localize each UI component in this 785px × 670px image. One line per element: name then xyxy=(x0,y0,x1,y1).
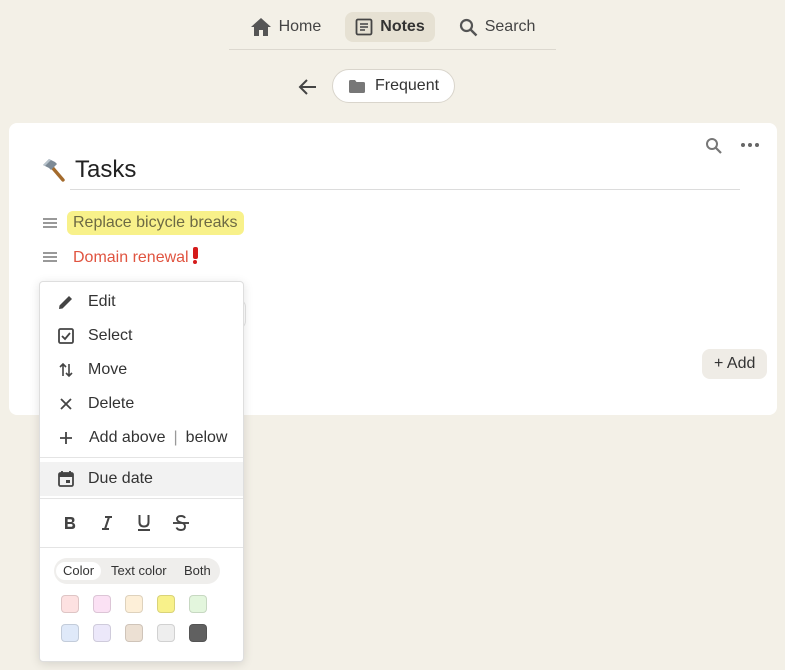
search-icon[interactable] xyxy=(705,137,723,155)
folder-icon xyxy=(349,79,365,93)
nav-notes-label: Notes xyxy=(380,18,425,35)
color-swatch[interactable] xyxy=(125,624,143,642)
add-below-option[interactable]: below xyxy=(186,429,228,446)
calendar-icon xyxy=(58,471,74,487)
tab-both[interactable]: Both xyxy=(184,562,211,580)
nav-notes[interactable]: Notes xyxy=(345,12,435,42)
menu-select[interactable]: Select xyxy=(40,319,243,353)
color-swatch[interactable] xyxy=(157,624,175,642)
close-icon xyxy=(60,398,72,410)
menu-due-date-label: Due date xyxy=(88,470,153,487)
nav-home-label: Home xyxy=(278,18,322,35)
italic-icon[interactable] xyxy=(96,512,118,534)
menu-move[interactable]: Move xyxy=(40,353,243,387)
card-title[interactable]: Tasks xyxy=(75,156,136,184)
hammer-icon xyxy=(43,159,65,182)
breadcrumb: Frequent xyxy=(0,69,785,103)
home-icon xyxy=(250,18,271,36)
nav-home[interactable]: Home xyxy=(240,12,332,42)
card-title-row: Tasks xyxy=(41,156,136,184)
add-item-button[interactable]: + Add xyxy=(702,349,768,379)
item-content: Domain renewal xyxy=(67,247,198,267)
item-text[interactable]: Domain renewal xyxy=(73,249,189,266)
notes-icon xyxy=(355,18,373,36)
menu-delete[interactable]: Delete xyxy=(40,387,243,421)
nav-search-label: Search xyxy=(484,18,536,35)
menu-delete-label: Delete xyxy=(88,395,135,412)
nav-search[interactable]: Search xyxy=(449,12,546,42)
menu-edit[interactable]: Edit xyxy=(40,285,243,319)
drag-handle-icon[interactable] xyxy=(43,252,57,262)
plus-icon xyxy=(60,432,72,444)
underline-icon[interactable] xyxy=(133,512,155,534)
tab-color[interactable]: Color xyxy=(56,562,102,580)
list-item[interactable]: Replace bicycle breaks xyxy=(43,211,244,235)
exclamation-icon xyxy=(192,247,198,264)
menu-move-label: Move xyxy=(88,361,128,378)
menu-divider xyxy=(40,498,243,499)
list-item[interactable]: Domain renewal xyxy=(43,247,198,267)
menu-add: Add above | below xyxy=(40,421,243,455)
color-swatch[interactable] xyxy=(61,624,79,642)
pencil-icon xyxy=(59,296,72,309)
tab-text-color[interactable]: Text color xyxy=(111,562,167,580)
add-option-separator: | xyxy=(173,429,178,446)
drag-handle-icon[interactable] xyxy=(43,218,57,228)
menu-edit-label: Edit xyxy=(88,293,116,310)
folder-name: Frequent xyxy=(375,77,440,94)
color-swatch[interactable] xyxy=(189,595,207,613)
title-underline xyxy=(70,189,740,190)
more-options-icon[interactable] xyxy=(740,141,760,149)
menu-select-label: Select xyxy=(88,327,133,344)
item-context-menu: Edit Select Move Delete Add above | below … xyxy=(39,281,244,662)
color-swatch[interactable] xyxy=(93,624,111,642)
color-swatch[interactable] xyxy=(61,595,79,613)
menu-add-options: Add above | below xyxy=(89,429,227,447)
menu-divider xyxy=(40,457,243,458)
color-mode-tabs: Color Text color Both xyxy=(54,558,220,584)
menu-due-date[interactable]: Due date xyxy=(40,462,243,496)
strikethrough-icon[interactable] xyxy=(170,512,192,534)
menu-divider xyxy=(40,547,243,548)
bold-icon[interactable] xyxy=(59,512,81,534)
add-above-option[interactable]: Add above xyxy=(89,429,166,446)
color-swatch[interactable] xyxy=(189,624,207,642)
item-text[interactable]: Replace bicycle breaks xyxy=(67,211,244,235)
color-swatch[interactable] xyxy=(125,595,143,613)
top-navigation: Home Notes Search xyxy=(229,12,556,50)
color-swatch[interactable] xyxy=(157,595,175,613)
checkbox-icon xyxy=(58,328,74,344)
back-arrow-icon[interactable] xyxy=(296,75,320,99)
color-swatch[interactable] xyxy=(93,595,111,613)
search-icon xyxy=(459,18,478,36)
move-arrows-icon xyxy=(59,362,73,378)
folder-pill[interactable]: Frequent xyxy=(332,69,456,103)
